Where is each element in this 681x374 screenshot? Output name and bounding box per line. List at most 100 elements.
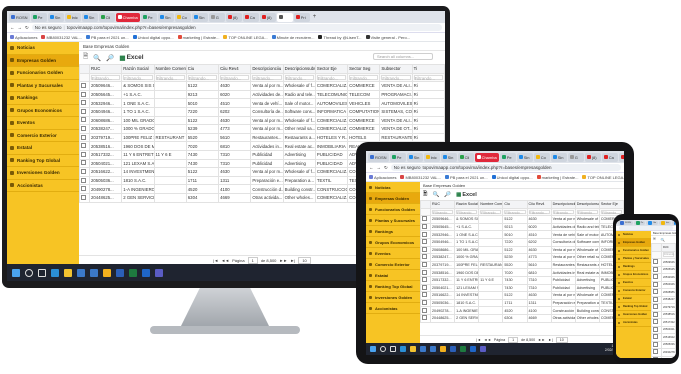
row-checkbox[interactable] (653, 319, 658, 325)
back-icon[interactable]: ← (369, 165, 374, 170)
excel-export-button[interactable]: ▦ Excel (456, 192, 477, 198)
sidebar-item-empresas-golden[interactable]: Empresas Golden (366, 193, 420, 204)
row-checkbox[interactable] (422, 269, 427, 275)
table-row[interactable]: 20538247...1000 % GRADOS S.A.C.52394773V… (420, 253, 624, 262)
prev-page-button[interactable]: ◄◄ (484, 338, 491, 342)
file-explorer-icon[interactable] (64, 268, 72, 277)
column-header[interactable]: Sector Eje (598, 200, 624, 209)
row-checkbox[interactable] (81, 168, 86, 174)
browser-tab[interactable]: Sin (47, 12, 64, 22)
bookmark-item[interactable]: TOP ONLINE LEGA... (582, 175, 624, 180)
browser-tab[interactable]: (8) (259, 12, 276, 22)
reload-icon[interactable]: ↻ (25, 25, 29, 31)
browser-tab[interactable]: (8) (618, 152, 624, 162)
url-field[interactable]: No es seguro topovimaapp.com/topovima/in… (390, 164, 621, 171)
table-row[interactable]: 20532946... (651, 273, 676, 282)
sidebar-item-eventos[interactable]: Eventos (616, 279, 651, 287)
column-header[interactable]: RUC (88, 64, 123, 74)
column-filter-input[interactable]: Filtrando... (284, 74, 314, 81)
column-header[interactable]: Nombre Comerci (153, 64, 187, 74)
browser-tab[interactable]: Chamba (474, 152, 499, 162)
row-checkbox[interactable] (81, 108, 86, 114)
last-page-button[interactable]: ►| (548, 338, 553, 342)
column-header[interactable]: Subsector (379, 64, 413, 74)
sidebar-item-plantas-y-sucursales[interactable]: Plantas y Sucursales (366, 215, 420, 226)
browser-tab[interactable]: Pe (140, 12, 157, 22)
row-checkbox[interactable] (422, 239, 427, 245)
bookmark-item[interactable]: marketing | Estrate... (536, 175, 578, 180)
sidebar-item-ranking-top-global[interactable]: Ranking Top Global (7, 155, 79, 167)
sidebar-item-rankings[interactable]: Rankings (366, 226, 420, 237)
browser-tab[interactable]: Sin (516, 152, 533, 162)
outlook-icon[interactable] (470, 346, 476, 352)
column-header[interactable]: Descripcionsubse (282, 64, 316, 74)
browser-tab[interactable]: Sin (550, 152, 567, 162)
browser-tab[interactable]: Sin (646, 221, 659, 225)
table-row[interactable]: 20538516... (651, 310, 676, 319)
table-row[interactable]: 20608686... (651, 288, 676, 297)
row-checkbox[interactable] (81, 160, 86, 166)
document-icon[interactable]: 🗎 (653, 237, 656, 243)
row-checkbox[interactable] (422, 315, 427, 321)
sidebar-item-ranking-top-global[interactable]: Ranking Top Global (366, 281, 420, 292)
next-page-button[interactable]: ►► (538, 338, 545, 342)
search-icon[interactable]: 🔍 (432, 192, 439, 198)
excel-icon[interactable] (460, 346, 466, 352)
browser-tab[interactable]: ROSN (368, 152, 389, 162)
sidebar-item-grupos-economicos[interactable]: Grupos Economicos (616, 271, 651, 279)
column-filter-input[interactable]: Filtrando... (576, 209, 598, 215)
first-page-button[interactable]: |◄ (213, 258, 218, 263)
bookmark-item[interactable]: PB para el 2021 un... (444, 175, 488, 180)
bookmark-item[interactable]: PB para el 2021 un... (85, 35, 129, 40)
table-row[interactable]: 20509646...& SOMOS SIS S.A.C. 51224630Ven… (420, 215, 624, 224)
next-page-button[interactable]: ►► (279, 258, 287, 263)
row-checkbox[interactable] (81, 117, 86, 123)
bookmark-item[interactable]: Aplicaciones (10, 35, 37, 40)
row-checkbox[interactable] (81, 151, 86, 157)
word-icon[interactable] (116, 268, 124, 277)
row-checkbox[interactable] (653, 334, 658, 340)
column-filter-input[interactable]: Filtrando... (528, 209, 550, 215)
row-checkbox[interactable] (422, 231, 427, 237)
row-checkbox[interactable] (81, 186, 86, 192)
row-checkbox[interactable] (422, 224, 427, 230)
browser-tab[interactable]: Pe (633, 221, 646, 225)
task-view-icon[interactable] (390, 346, 396, 352)
browser-tab[interactable]: Sin (406, 152, 423, 162)
sidebar-item-grupos-economicos[interactable]: Grupos Economicos (7, 105, 79, 117)
row-checkbox[interactable] (422, 277, 427, 283)
sidebar-item-accionistas[interactable]: Accionistas (616, 319, 651, 327)
sidebar-item-comercio-exterior[interactable]: Comercio Exterior (7, 130, 79, 142)
row-checkbox[interactable] (653, 274, 658, 280)
column-header[interactable]: Sector Seg (347, 64, 381, 74)
bookmark-item[interactable]: Unicol digital oppo... (132, 35, 174, 40)
row-checkbox[interactable] (653, 259, 658, 265)
mail-icon[interactable] (430, 346, 436, 352)
sidebar-item-plantas-y-sucursales[interactable]: Plantas y Sucursales (616, 255, 651, 263)
row-checkbox[interactable] (422, 284, 427, 290)
column-header[interactable]: RUC (661, 243, 676, 252)
table-row[interactable]: 20517332... (651, 318, 676, 327)
table-row[interactable]: 20379719... (651, 303, 676, 312)
column-filter-input[interactable]: Filtrando... (349, 74, 379, 81)
sidebar-item-plantas-y-sucursales[interactable]: Plantas y Sucursales (7, 80, 79, 92)
row-checkbox[interactable] (653, 281, 658, 287)
column-filter-input[interactable]: Filtrando... (432, 209, 454, 215)
windows-start-icon[interactable] (370, 346, 376, 352)
table-row[interactable]: 20448625...2 GEN SERVICE S.A.C.63044669O… (420, 313, 624, 323)
row-checkbox[interactable] (422, 307, 427, 313)
chrome-icon[interactable] (440, 346, 446, 352)
table-row[interactable]: 20608686...100 MIL GRADOS S.A.C. 51224630… (79, 115, 445, 126)
column-filter-input[interactable]: Filtrando... (91, 74, 121, 81)
column-filter-input[interactable]: Filtrando... (187, 74, 218, 81)
column-header[interactable]: Sector Eje (314, 64, 349, 74)
column-header[interactable]: Descripcionsubse (574, 200, 600, 209)
prev-page-button[interactable]: ◄◄ (221, 258, 229, 263)
row-checkbox[interactable] (81, 100, 86, 106)
document-icon[interactable]: 🗎 (423, 190, 427, 199)
browser-tab[interactable]: Sin (191, 12, 208, 22)
url-field[interactable] (619, 226, 673, 230)
sidebar-item-rankings[interactable]: Rankings (616, 263, 651, 271)
table-row[interactable]: 20505645... (651, 265, 676, 274)
table-row[interactable]: 20538247...1000 % GRADOS S.A.C.52394773V… (79, 124, 445, 134)
